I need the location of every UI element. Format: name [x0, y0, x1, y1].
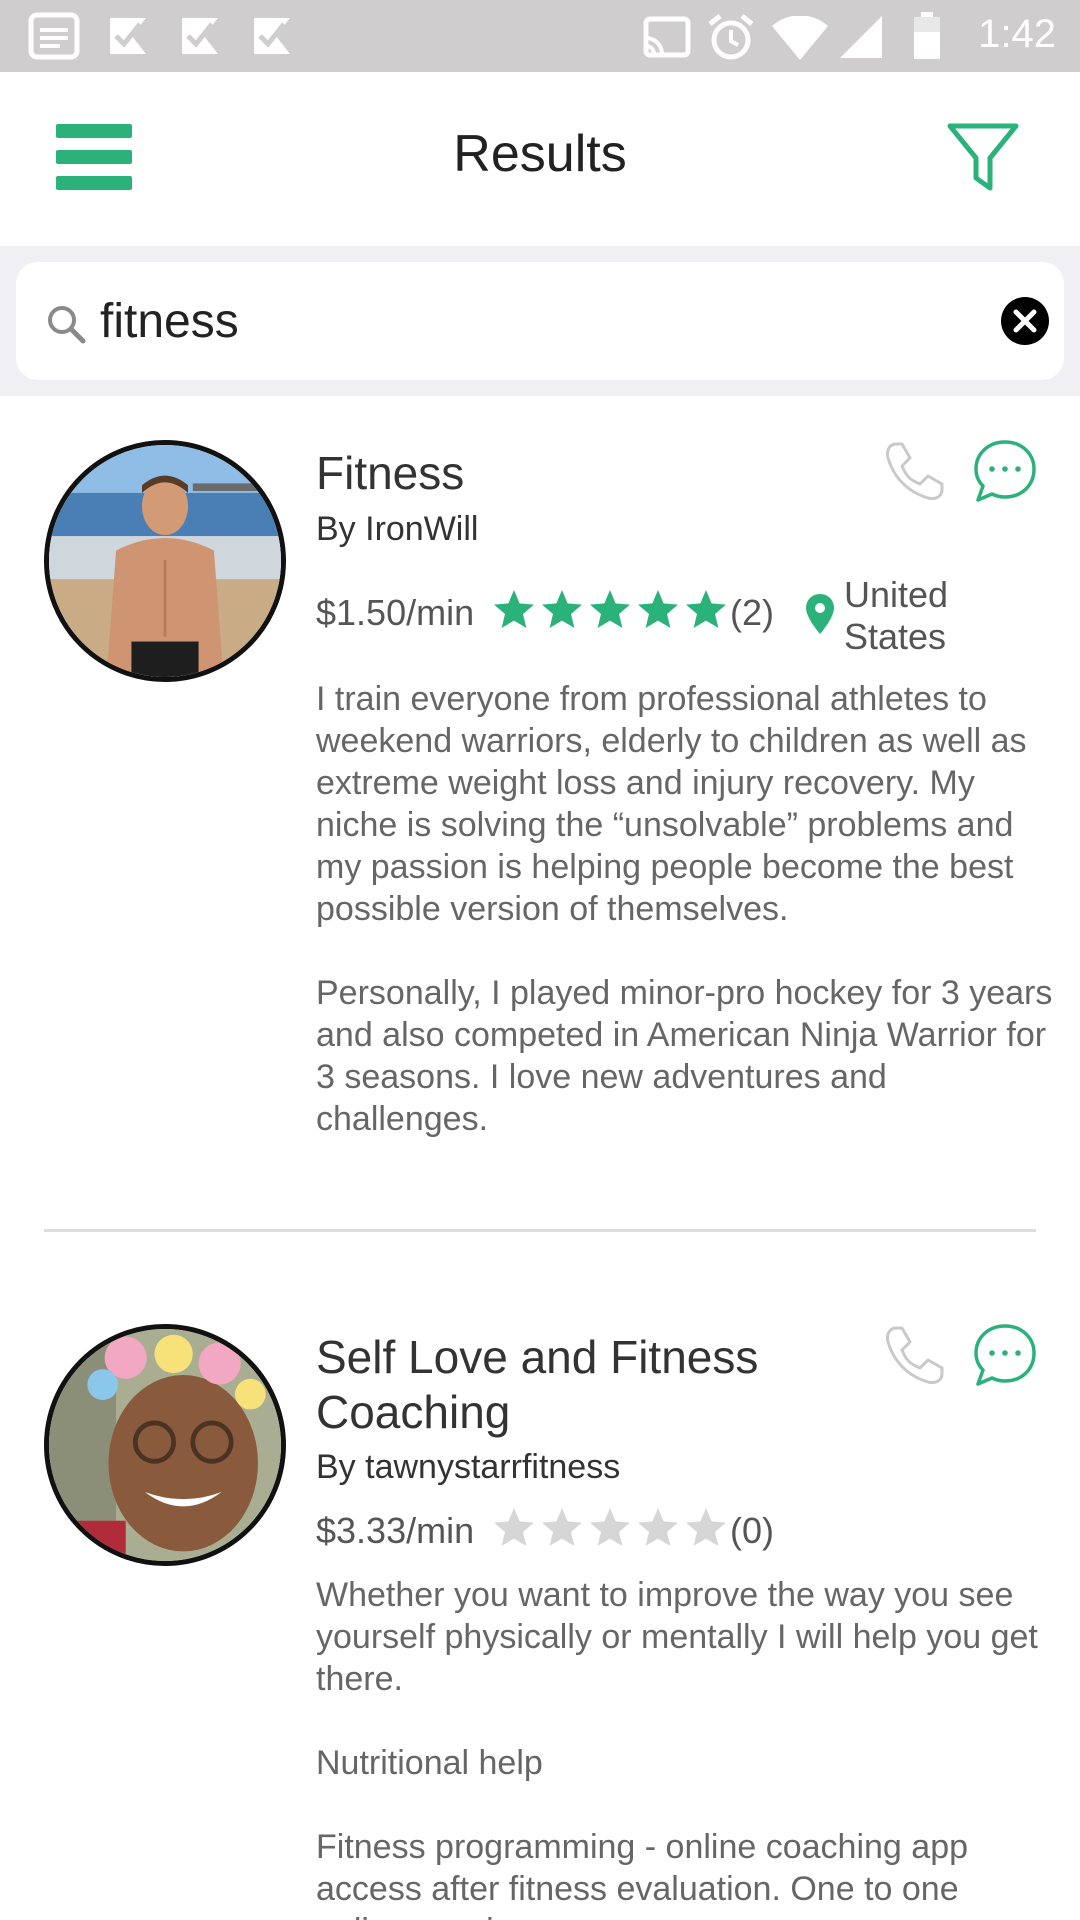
- clear-search-icon[interactable]: [1000, 296, 1050, 346]
- rating-count: (2): [730, 592, 774, 633]
- result-price: $3.33/min: [316, 1510, 475, 1551]
- notification-news-icon: [28, 12, 80, 60]
- status-time: 1:42: [978, 12, 1056, 56]
- star-icon: [542, 590, 582, 628]
- location-pin-icon: [806, 594, 834, 634]
- divider: [44, 1229, 1036, 1232]
- rating-count: (0): [730, 1510, 774, 1551]
- result-card[interactable]: Self Love and Fitness Coaching By tawnys…: [0, 1280, 1080, 1920]
- notification-check-icon: [110, 18, 146, 54]
- result-title: Fitness: [316, 447, 465, 499]
- app-bar: Results: [0, 72, 1080, 246]
- star-icon: [686, 590, 726, 628]
- rating-stars: [492, 588, 732, 632]
- avatar[interactable]: [44, 1324, 286, 1566]
- chat-icon[interactable]: [972, 1322, 1038, 1388]
- description-paragraph: Nutritional help: [316, 1744, 543, 1782]
- result-location: United States: [844, 574, 949, 657]
- search-box: [16, 262, 1064, 380]
- rating-stars: [492, 1506, 732, 1550]
- alarm-icon: [708, 14, 754, 60]
- page-title: Results: [453, 125, 627, 183]
- result-description: I train everyone from professional athle…: [316, 678, 1054, 1140]
- description-paragraph: Whether you want to improve the way you …: [316, 1576, 1038, 1698]
- notification-check-icon: [182, 18, 218, 54]
- wifi-icon: [772, 16, 828, 60]
- status-bar: 1:42: [0, 0, 1080, 72]
- result-description: Whether you want to improve the way you …: [316, 1574, 1054, 1920]
- search-icon: [48, 306, 86, 344]
- star-icon: [542, 1508, 582, 1546]
- star-icon: [494, 1508, 534, 1546]
- result-author: By tawnystarrfitness: [316, 1448, 621, 1486]
- battery-icon: [914, 12, 940, 59]
- cast-icon: [643, 16, 691, 58]
- call-icon[interactable]: [882, 440, 946, 504]
- star-icon: [638, 590, 678, 628]
- signal-icon: [840, 16, 882, 58]
- chat-icon[interactable]: [972, 438, 1038, 504]
- result-card[interactable]: Fitness By IronWill $1.50/min (2) United…: [0, 396, 1080, 1236]
- result-title: Self Love and Fitness Coaching: [316, 1331, 759, 1438]
- description-paragraph: Personally, I played minor-pro hockey fo…: [316, 974, 1053, 1138]
- notification-check-icon: [254, 18, 290, 54]
- star-icon: [590, 590, 630, 628]
- description-paragraph: I train everyone from professional athle…: [316, 680, 1027, 928]
- filter-icon[interactable]: [946, 122, 1020, 192]
- result-price: $1.50/min: [316, 592, 475, 633]
- star-icon: [638, 1508, 678, 1546]
- star-icon: [590, 1508, 630, 1546]
- search-bar-container: [0, 246, 1080, 396]
- avatar[interactable]: [44, 440, 286, 682]
- star-icon: [494, 590, 534, 628]
- result-author: By IronWill: [316, 510, 479, 548]
- search-input[interactable]: [100, 288, 980, 354]
- call-icon[interactable]: [882, 1324, 946, 1388]
- description-paragraph: Fitness programming - online coaching ap…: [316, 1828, 969, 1920]
- star-icon: [686, 1508, 726, 1546]
